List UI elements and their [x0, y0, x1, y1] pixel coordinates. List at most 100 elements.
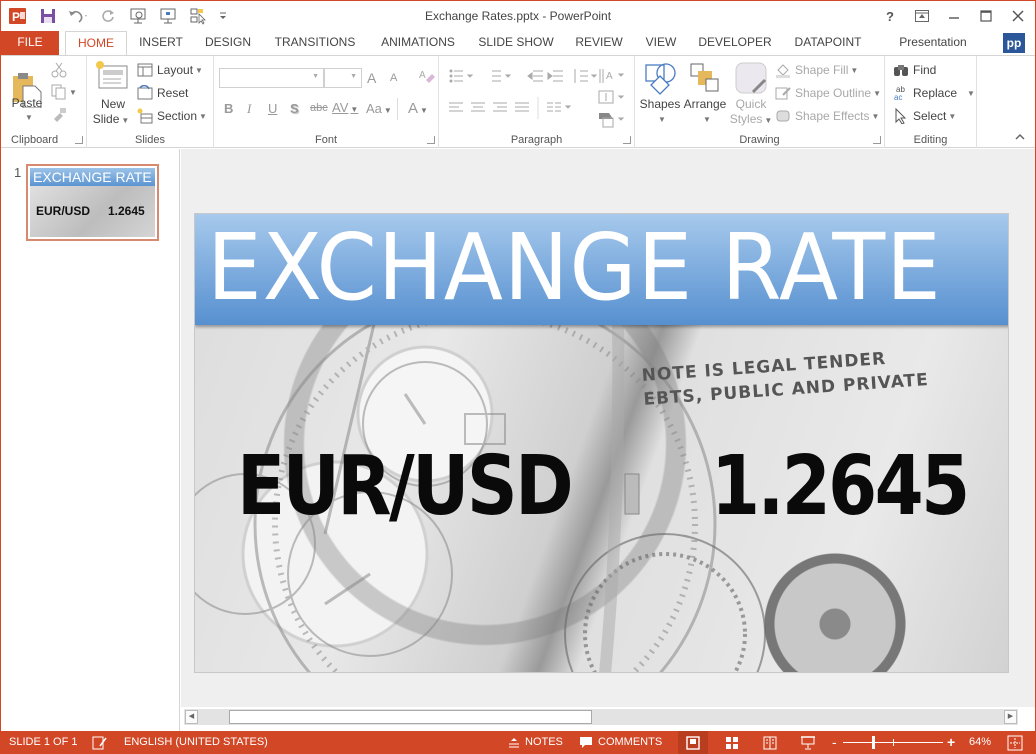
currency-pair[interactable]: EUR/USD: [237, 439, 574, 534]
shape-outline-button[interactable]: Shape Outline ▼: [775, 85, 881, 101]
change-case-button[interactable]: Aa ▼: [366, 101, 392, 116]
slide[interactable]: NOTE IS LEGAL TENDER EBTS, PUBLIC AND PR…: [194, 213, 1009, 673]
tab-datapoint[interactable]: DATAPOINT: [787, 31, 869, 55]
tab-home[interactable]: HOME: [65, 31, 127, 56]
copy-icon: [51, 84, 66, 100]
ribbon-display-options-icon[interactable]: [909, 5, 935, 27]
text-shadow-button[interactable]: S: [290, 101, 299, 116]
notes-button[interactable]: NOTES: [508, 731, 563, 754]
tab-presentation-point[interactable]: Presentation Point▼: [881, 31, 985, 71]
format-painter-icon: [54, 108, 66, 122]
zoom-out-button[interactable]: -: [832, 731, 837, 754]
underline-button[interactable]: U: [268, 101, 277, 116]
slide-thumbnail[interactable]: EXCHANGE RATE EUR/USD 1.2645: [26, 164, 159, 241]
exchange-rate-value[interactable]: 1.2645: [711, 439, 970, 534]
tab-view[interactable]: VIEW: [641, 31, 681, 55]
spelling-check-icon[interactable]: [92, 731, 108, 754]
quick-styles-button[interactable]: [735, 62, 767, 94]
scroll-right-icon[interactable]: ▶: [1004, 710, 1017, 724]
slide-editing-area: NOTE IS LEGAL TENDER EBTS, PUBLIC AND PR…: [181, 149, 1035, 707]
language-indicator[interactable]: ENGLISH (UNITED STATES): [124, 731, 268, 754]
find-button[interactable]: Find: [893, 62, 936, 78]
help-icon[interactable]: ?: [877, 5, 903, 27]
chevron-down-icon: ▼: [967, 88, 975, 98]
tab-slide-show[interactable]: SLIDE SHOW: [475, 31, 557, 55]
cursor-icon: [895, 108, 907, 124]
tab-animations[interactable]: ANIMATIONS: [373, 31, 463, 55]
font-dialog-launcher[interactable]: [427, 136, 435, 144]
tab-file[interactable]: FILE: [1, 31, 59, 55]
layout-button[interactable]: Layout ▼: [137, 62, 203, 78]
clipboard-group-label: Clipboard: [11, 134, 59, 146]
fit-slide-button[interactable]: [1007, 731, 1023, 754]
minimize-icon[interactable]: [941, 5, 967, 27]
tab-developer[interactable]: DEVELOPER: [695, 31, 775, 55]
select-button[interactable]: Select ▼: [893, 108, 956, 124]
format-painter-button[interactable]: [51, 106, 67, 122]
scrollbar-thumb[interactable]: [229, 710, 592, 724]
strikethrough-button[interactable]: abc: [310, 102, 328, 114]
grow-font-button[interactable]: A: [367, 70, 376, 86]
maximize-icon[interactable]: [973, 5, 999, 27]
comments-button[interactable]: COMMENTS: [579, 731, 662, 754]
new-slide-button[interactable]: [95, 60, 129, 92]
scroll-left-icon[interactable]: ◀: [185, 710, 198, 724]
arrange-button[interactable]: [689, 62, 721, 94]
svg-text:ac: ac: [894, 93, 902, 101]
font-name-combo[interactable]: ▼: [219, 68, 324, 88]
clipboard-dialog-launcher[interactable]: [75, 136, 83, 144]
replace-button[interactable]: ab ac Replace ▼: [893, 85, 975, 101]
arrange-dropdown-icon[interactable]: ▼: [703, 115, 711, 124]
slide-show-button[interactable]: [793, 731, 823, 754]
zoom-slider-thumb[interactable]: [872, 736, 875, 749]
replace-label: Replace: [913, 86, 958, 100]
arrange-label: Arrange: [683, 97, 727, 111]
zoom-level[interactable]: 64%: [969, 731, 991, 754]
quick-styles-label-2: Styles ▼: [729, 112, 773, 128]
paste-dropdown-icon[interactable]: ▼: [25, 113, 33, 122]
shapes-dropdown-icon[interactable]: ▼: [658, 115, 666, 124]
replace-icon: abac: [894, 85, 905, 101]
bold-button[interactable]: B: [224, 101, 233, 116]
thumbnail-rate: 1.2645: [108, 204, 145, 218]
notes-label: NOTES: [525, 736, 563, 748]
presentationpoint-logo[interactable]: pp: [1003, 33, 1025, 53]
tab-transitions[interactable]: TRANSITIONS: [269, 31, 361, 55]
reset-button[interactable]: Reset: [137, 85, 188, 101]
drawing-dialog-launcher[interactable]: [873, 136, 881, 144]
shapes-button[interactable]: [643, 62, 679, 96]
paragraph-dialog-launcher[interactable]: [623, 136, 631, 144]
shape-fill-icon: [776, 64, 790, 78]
reading-view-button[interactable]: [755, 731, 785, 754]
collapse-ribbon-icon[interactable]: [1015, 132, 1025, 143]
shrink-font-button[interactable]: A: [390, 72, 397, 84]
section-button[interactable]: Section ▼: [137, 108, 207, 124]
editing-group-label: Editing: [913, 134, 948, 146]
tab-design[interactable]: DESIGN: [199, 31, 257, 55]
clear-formatting-icon[interactable]: A: [419, 68, 435, 87]
comments-label: COMMENTS: [598, 736, 663, 748]
tab-review[interactable]: REVIEW: [571, 31, 627, 55]
section-icon: [137, 108, 153, 124]
character-spacing-label: AV: [332, 100, 349, 115]
font-color-button[interactable]: A ▼: [408, 100, 428, 117]
close-icon[interactable]: [1005, 5, 1031, 27]
quick-styles-label-1: Quick: [735, 97, 767, 111]
character-spacing-button[interactable]: AV ▼: [332, 100, 358, 115]
shape-effects-button[interactable]: Shape Effects ▼: [775, 108, 879, 124]
title-placeholder[interactable]: EXCHANGE RATE: [195, 214, 1008, 325]
italic-button[interactable]: I: [247, 101, 251, 117]
paste-button[interactable]: [9, 60, 49, 120]
quick-styles-label-text: Styles: [729, 112, 763, 126]
cut-icon: [51, 62, 67, 78]
shape-fill-button[interactable]: Shape Fill ▼: [775, 62, 858, 78]
normal-view-button[interactable]: [678, 731, 708, 754]
horizontal-scrollbar[interactable]: ◀ ▶: [184, 709, 1018, 725]
tab-insert[interactable]: INSERT: [133, 31, 189, 55]
zoom-in-button[interactable]: +: [947, 731, 955, 754]
cut-button[interactable]: [51, 62, 67, 78]
slide-sorter-button[interactable]: [717, 731, 747, 754]
copy-button[interactable]: ▼: [51, 84, 77, 100]
font-size-combo[interactable]: ▼: [324, 68, 362, 88]
group-slides: New Slide ▼ Layout ▼ Reset Section ▼ Slides: [87, 56, 214, 148]
